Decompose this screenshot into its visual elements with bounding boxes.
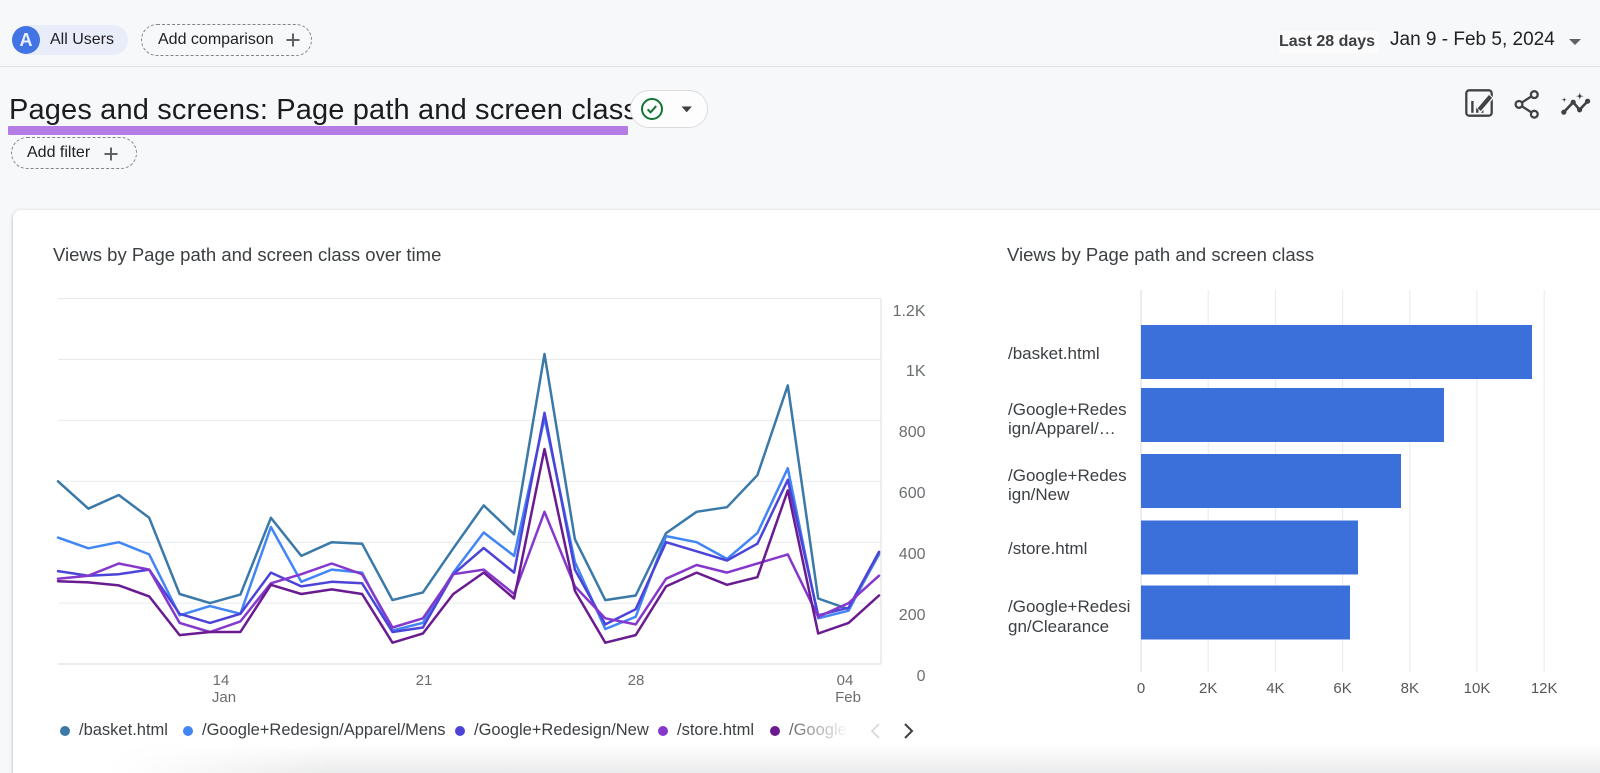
svg-text:6K: 6K [1333, 680, 1351, 697]
svg-text:28: 28 [628, 672, 645, 689]
svg-text:0: 0 [917, 668, 926, 685]
svg-text:1K: 1K [906, 363, 926, 380]
svg-text:4K: 4K [1266, 680, 1284, 697]
svg-text:10K: 10K [1464, 680, 1491, 697]
svg-text:1.2K: 1.2K [893, 303, 926, 320]
svg-text:ign/Apparel/…: ign/Apparel/… [1008, 419, 1116, 438]
svg-text:800: 800 [899, 424, 926, 441]
svg-text:12K: 12K [1531, 680, 1558, 697]
svg-text:600: 600 [899, 485, 926, 502]
svg-text:/basket.html: /basket.html [79, 721, 168, 739]
svg-text:ign/New: ign/New [1008, 485, 1070, 504]
svg-text:/Google: /Google [789, 721, 847, 739]
svg-text:21: 21 [416, 672, 433, 689]
svg-text:200: 200 [899, 607, 926, 624]
svg-text:2K: 2K [1199, 680, 1217, 697]
svg-text:Feb: Feb [835, 689, 861, 706]
svg-text:/Google+Redesi: /Google+Redesi [1008, 597, 1130, 616]
svg-text:Views by Page path and screen: Views by Page path and screen class [1007, 244, 1314, 265]
svg-text:/Google+Redesign/Apparel/Mens: /Google+Redesign/Apparel/Mens [202, 721, 446, 739]
svg-text:gn/Clearance: gn/Clearance [1008, 617, 1109, 636]
svg-text:0: 0 [1137, 680, 1145, 697]
svg-text:/Google+Redes: /Google+Redes [1008, 400, 1127, 419]
svg-text:Jan: Jan [212, 689, 236, 706]
svg-text:/Google+Redesign/New: /Google+Redesign/New [474, 721, 649, 739]
svg-text:8K: 8K [1401, 680, 1419, 697]
svg-text:/Google+Redes: /Google+Redes [1008, 466, 1127, 485]
svg-text:/store.html: /store.html [677, 721, 754, 739]
svg-text:04: 04 [837, 672, 854, 689]
svg-text:400: 400 [899, 546, 926, 563]
svg-text:/basket.html: /basket.html [1008, 344, 1100, 363]
svg-text:14: 14 [213, 672, 230, 689]
svg-text:Views by Page path and screen: Views by Page path and screen class over… [53, 244, 441, 265]
svg-text:/store.html: /store.html [1008, 539, 1087, 558]
